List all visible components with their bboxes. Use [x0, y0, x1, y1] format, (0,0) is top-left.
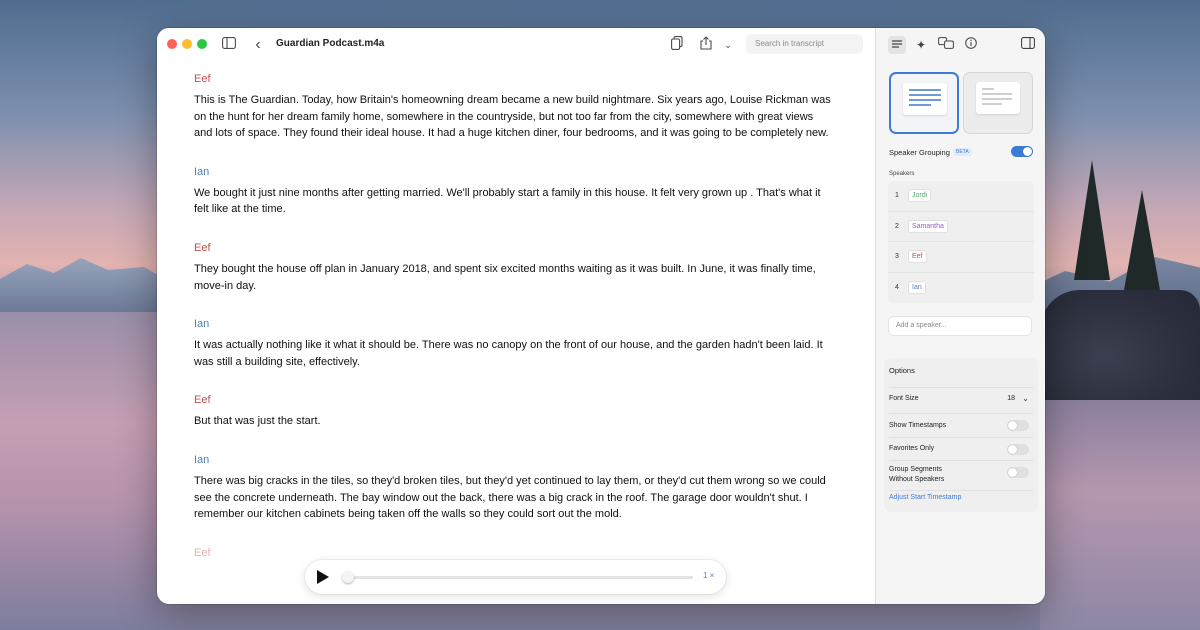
- background-tree: [1074, 160, 1110, 280]
- playback-scrubber[interactable]: [343, 576, 693, 579]
- transcript-segment[interactable]: Ian We bought it just nine months after …: [194, 163, 834, 218]
- transcript-segment[interactable]: Eef They bought the house off plan in Ja…: [194, 239, 834, 294]
- options-panel: Options Font Size 18 ⌄ Show Timestamps F…: [884, 358, 1038, 512]
- speaker-number: 4: [895, 283, 899, 291]
- speaker-grouping-toggle[interactable]: [1011, 146, 1033, 157]
- segment-text: There was big cracks in the tiles, so th…: [194, 474, 826, 521]
- speaker-name[interactable]: Ian: [194, 163, 834, 185]
- speaker-row[interactable]: 1 Jordi: [888, 181, 1034, 212]
- speaker-row[interactable]: 4 Ian: [888, 273, 1034, 304]
- layout-preview: [903, 83, 947, 115]
- favorites-only-label: Favorites Only: [889, 445, 935, 452]
- back-chevron-icon[interactable]: ‹: [249, 36, 267, 54]
- background-rocks: [1040, 290, 1200, 400]
- speaker-tag[interactable]: Ian: [908, 280, 926, 294]
- share-icon[interactable]: [697, 36, 715, 54]
- background-tree: [1124, 190, 1160, 290]
- segment-text: But that was just the start.: [194, 415, 321, 428]
- transcript-segment[interactable]: Eef But that was just the start.: [194, 391, 834, 430]
- speaker-name[interactable]: Ian: [194, 451, 834, 473]
- font-size-value[interactable]: 18: [1007, 395, 1015, 402]
- speaker-name[interactable]: Ian: [194, 315, 834, 337]
- transcript-view: Eef This is The Guardian. Today, how Bri…: [194, 70, 834, 600]
- show-timestamps-toggle[interactable]: [1007, 420, 1029, 431]
- speaker-grouping-label: Speaker Grouping: [889, 148, 950, 157]
- inspector-panel: ✦ Speaker Grouping BETA Speakers 1 Jordi…: [875, 28, 1045, 604]
- audio-player: 1 ×: [305, 560, 726, 594]
- search-input[interactable]: Search in transcript: [746, 34, 863, 54]
- speaker-number: 2: [895, 222, 899, 230]
- scrubber-handle[interactable]: [342, 571, 354, 583]
- sidebar-toggle-icon[interactable]: [220, 36, 238, 54]
- show-timestamps-label: Show Timestamps: [889, 422, 947, 429]
- segment-text: This is The Guardian. Today, how Britain…: [194, 94, 831, 140]
- transcript-segment[interactable]: Eef This is The Guardian. Today, how Bri…: [194, 70, 834, 142]
- speaker-tag[interactable]: Jordi: [908, 189, 932, 202]
- transcript-segment[interactable]: Ian It was actually nothing like it what…: [194, 315, 834, 370]
- layout-preview: [976, 82, 1020, 114]
- speaker-number: 1: [895, 192, 899, 199]
- options-title: Options: [889, 366, 1033, 388]
- speaker-tag[interactable]: Samantha: [908, 219, 948, 233]
- inspector-toolbar: ✦: [876, 28, 1045, 62]
- font-size-row[interactable]: Font Size 18 ⌄: [889, 388, 1033, 414]
- add-speaker-input[interactable]: Add a speaker...: [888, 316, 1032, 336]
- app-window: ‹ Guardian Podcast.m4a ⌄ Search in trans…: [157, 28, 1045, 604]
- group-segments-toggle[interactable]: [1007, 467, 1029, 478]
- minimize-window-button[interactable]: [182, 39, 192, 49]
- playback-speed-button[interactable]: 1 ×: [703, 571, 714, 580]
- maximize-window-button[interactable]: [197, 39, 207, 49]
- transcript-segment[interactable]: Ian There was big cracks in the tiles, s…: [194, 451, 834, 523]
- sparkle-icon[interactable]: ✦: [912, 36, 930, 54]
- title-bar: ‹ Guardian Podcast.m4a ⌄ Search in trans…: [157, 28, 875, 62]
- speakers-heading: Speakers: [889, 171, 915, 177]
- speaker-row[interactable]: 3 Eef: [888, 242, 1034, 273]
- document-title: Guardian Podcast.m4a: [276, 38, 385, 49]
- segment-text: They bought the house off plan in Januar…: [194, 262, 816, 292]
- font-size-label: Font Size: [889, 395, 919, 402]
- favorites-only-row: Favorites Only: [889, 438, 1033, 461]
- background-mountains-left: [0, 258, 180, 315]
- inspector-toggle-icon[interactable]: [1019, 36, 1037, 54]
- info-icon[interactable]: [962, 36, 980, 54]
- speaker-name[interactable]: Eef: [194, 239, 834, 261]
- layout-option-segments[interactable]: [963, 72, 1033, 134]
- chevron-down-icon[interactable]: ⌄: [1022, 394, 1029, 403]
- background-lake-right: [1040, 400, 1200, 630]
- close-window-button[interactable]: [167, 39, 177, 49]
- beta-badge: BETA: [953, 148, 972, 156]
- speakers-list: 1 Jordi 2 Samantha 3 Eef 4 Ian: [888, 181, 1034, 303]
- speaker-name[interactable]: Eef: [194, 391, 834, 413]
- adjust-start-timestamp-link[interactable]: Adjust Start Timestamp: [889, 494, 1033, 508]
- speaker-number: 3: [895, 253, 899, 260]
- transcript-layout-icon[interactable]: [888, 36, 906, 54]
- speaker-row[interactable]: 2 Samantha: [888, 212, 1034, 242]
- favorites-only-toggle[interactable]: [1007, 444, 1029, 455]
- segment-text: It was actually nothing like it what it …: [194, 339, 823, 368]
- group-segments-row: Group Segments Without Speakers: [889, 461, 1033, 491]
- show-timestamps-row: Show Timestamps: [889, 414, 1033, 438]
- speaker-name[interactable]: Eef: [194, 70, 834, 92]
- layout-option-paragraph[interactable]: [889, 72, 959, 134]
- copy-icon[interactable]: [668, 36, 686, 54]
- speaker-tag[interactable]: Eef: [908, 250, 927, 263]
- background-lake-left: [0, 312, 160, 630]
- play-icon[interactable]: [317, 570, 329, 584]
- segment-text: We bought it just nine months after gett…: [194, 186, 821, 216]
- translate-icon[interactable]: [937, 36, 955, 54]
- chevron-down-icon[interactable]: ⌄: [719, 36, 737, 54]
